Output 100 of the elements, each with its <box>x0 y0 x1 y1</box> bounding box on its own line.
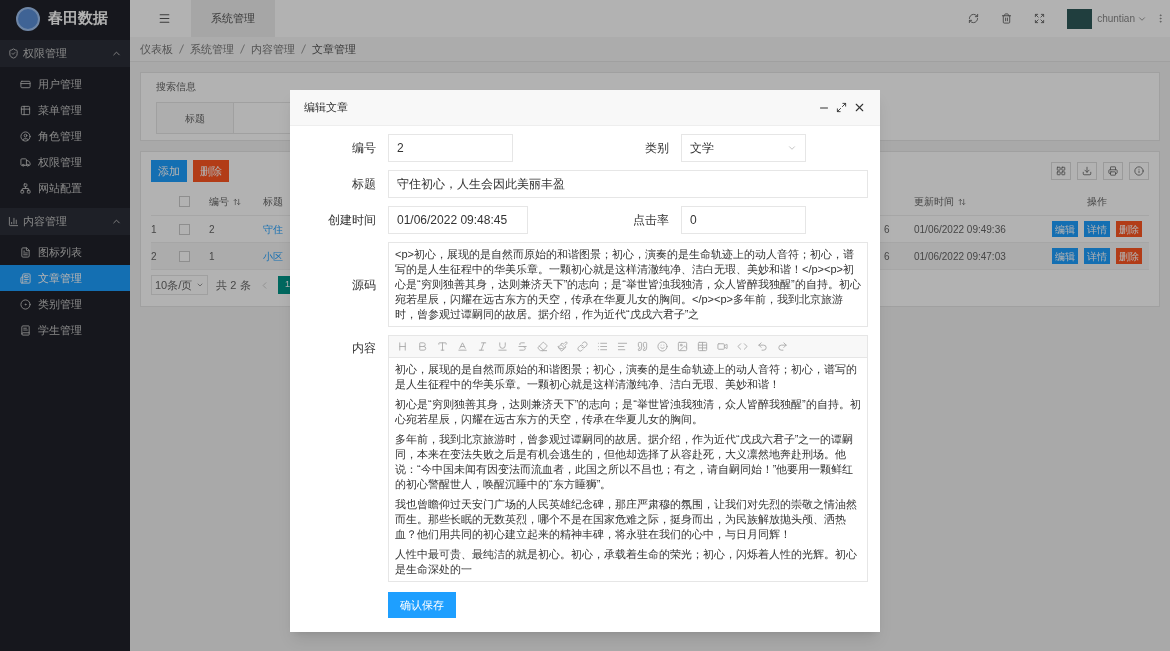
menu-icon <box>20 272 31 284</box>
strikethrough-icon[interactable] <box>517 341 528 352</box>
quote-icon[interactable] <box>637 341 648 352</box>
breadcrumb-link[interactable]: 系统管理 <box>190 40 234 58</box>
text-field[interactable]: 守住初心，人生会因此美丽丰盈 <box>388 170 868 198</box>
field-label: 内容 <box>351 340 377 357</box>
brush-icon[interactable] <box>557 341 568 352</box>
link-icon[interactable] <box>577 341 588 352</box>
table-icon[interactable] <box>697 341 708 352</box>
undo-icon[interactable] <box>757 341 768 352</box>
source-textarea[interactable]: <p>初心，展现的是自然而原始的和谐图景；初心，演奏的是生命轨迹上的动人音符；初心，谱写的是人生征程中的华美乐章。一颗初心就是这样清澈纯净、洁白无瑕、美妙和谐！</p><p>初心是“穷则独善其身，达则兼济天下”的志向；是“举世皆浊我独清，众人皆醉我独醒”的自持。初心宛若星辰，闪耀在远古东方的天空，传承在华夏儿女的胸间。</p><p>多年前，我到北京旅游时，曾参观过谭嗣同的故居。据介绍，作为近代“戊戌六君子”之 <box>388 242 868 327</box>
columns-icon <box>1056 166 1066 176</box>
video-icon[interactable] <box>717 341 728 352</box>
breadcrumb-link[interactable]: 仪表板 <box>140 40 173 58</box>
table-cell-text: 01/06/2022 09:47:03 <box>914 249 1007 264</box>
row-action-button[interactable]: 删除 <box>1115 248 1142 264</box>
breadcrumb-link[interactable]: 文章管理 <box>312 40 356 58</box>
sidebar-item[interactable]: 网站配置 <box>0 175 130 201</box>
eraser-icon[interactable] <box>537 341 548 352</box>
row-action-button[interactable]: 编辑 <box>1051 221 1078 237</box>
page-size-select[interactable]: 10条/页 <box>151 275 209 295</box>
sidebar-item[interactable]: 图标列表 <box>0 239 130 265</box>
column-header[interactable]: 操作 <box>1086 194 1107 209</box>
sidebar-item[interactable]: 类别管理 <box>0 291 130 317</box>
save-button[interactable]: 确认保存 <box>388 592 456 619</box>
table-cell-text: 1 <box>209 249 216 264</box>
code-icon[interactable] <box>737 341 748 352</box>
header-tab[interactable]: 系统管理 <box>191 0 275 37</box>
list-icon[interactable] <box>597 341 608 352</box>
underline-icon[interactable] <box>497 341 508 352</box>
menu-icon <box>20 182 31 194</box>
sidebar-item[interactable]: 文章管理 <box>0 265 130 291</box>
menu-icon <box>20 78 31 90</box>
table-cell-text: 2 <box>209 222 216 237</box>
close-icon[interactable] <box>853 101 866 114</box>
table-cell-text: 6 <box>884 249 891 264</box>
redo-icon[interactable] <box>777 341 788 352</box>
menu-icon <box>20 130 31 142</box>
fullscreen-icon[interactable] <box>1034 13 1046 24</box>
text-field[interactable]: 0 <box>681 206 806 234</box>
sidebar-item[interactable]: 角色管理 <box>0 123 130 149</box>
print-button[interactable] <box>1103 162 1123 180</box>
dialog-title: 编辑文章 <box>304 100 348 116</box>
sidebar-group[interactable]: 权限管理 <box>0 40 130 67</box>
logo-icon <box>16 6 40 31</box>
brand-name: 春田数据 <box>48 8 108 29</box>
checkbox[interactable] <box>179 250 190 262</box>
heading-icon[interactable] <box>397 341 408 352</box>
row-action-button[interactable]: 编辑 <box>1051 248 1078 264</box>
sidebar-item[interactable]: 权限管理 <box>0 149 130 175</box>
emoji-icon[interactable] <box>657 341 668 352</box>
align-icon[interactable] <box>617 341 628 352</box>
group-icon <box>8 216 19 227</box>
search-title: 搜索信息 <box>156 80 197 94</box>
category-select[interactable]: 文学 <box>681 134 806 162</box>
checkbox[interactable] <box>179 223 190 235</box>
bold-icon[interactable] <box>417 341 428 352</box>
sidebar-item[interactable]: 学生管理 <box>0 317 130 343</box>
info-icon <box>1134 166 1144 176</box>
image-icon[interactable] <box>677 341 688 352</box>
checkbox[interactable] <box>179 196 190 207</box>
action-button[interactable]: 添加 <box>151 160 187 182</box>
field-label: 点击率 <box>632 212 670 229</box>
sort-icon <box>958 197 966 206</box>
menu-icon <box>20 324 31 336</box>
maximize-icon[interactable] <box>836 102 847 113</box>
sort-icon <box>233 197 241 206</box>
field-label: 编号 <box>351 140 377 157</box>
menu-icon[interactable] <box>158 12 171 25</box>
row-action-button[interactable]: 详情 <box>1083 248 1110 264</box>
trash-icon[interactable] <box>1001 13 1013 24</box>
avatar-image <box>1067 8 1093 29</box>
column-header[interactable]: 编号 <box>209 194 263 209</box>
row-action-button[interactable]: 删除 <box>1115 221 1142 237</box>
separator-icon <box>240 44 245 54</box>
columns-button[interactable] <box>1051 162 1071 180</box>
action-button[interactable]: 删除 <box>193 160 229 182</box>
italic-icon[interactable] <box>477 341 488 352</box>
font-icon[interactable] <box>457 341 468 352</box>
field-label: 标题 <box>351 176 377 193</box>
text-field[interactable]: 01/06/2022 09:48:45 <box>388 206 528 234</box>
menu-icon <box>20 104 31 116</box>
separator-icon <box>301 44 306 54</box>
sidebar-item[interactable]: 用户管理 <box>0 71 130 97</box>
text-field[interactable]: 2 <box>388 134 513 162</box>
user-name[interactable]: chuntian <box>1097 11 1135 26</box>
refresh-icon[interactable] <box>968 13 980 24</box>
info-button[interactable] <box>1129 162 1149 180</box>
column-header[interactable]: 更新时间 <box>914 194 1044 209</box>
row-action-button[interactable]: 详情 <box>1083 221 1110 237</box>
text-size-icon[interactable] <box>437 341 448 352</box>
export-button[interactable] <box>1077 162 1097 180</box>
field-label: 创建时间 <box>327 212 377 229</box>
breadcrumb-link[interactable]: 内容管理 <box>251 40 295 58</box>
table-cell-text: 01/06/2022 09:49:36 <box>914 222 1007 237</box>
row-number: 1 <box>151 222 158 237</box>
caret-icon <box>787 143 797 153</box>
sidebar-item[interactable]: 菜单管理 <box>0 97 130 123</box>
sidebar-group[interactable]: 内容管理 <box>0 208 130 235</box>
total-count: 共 2 条 <box>216 277 251 293</box>
